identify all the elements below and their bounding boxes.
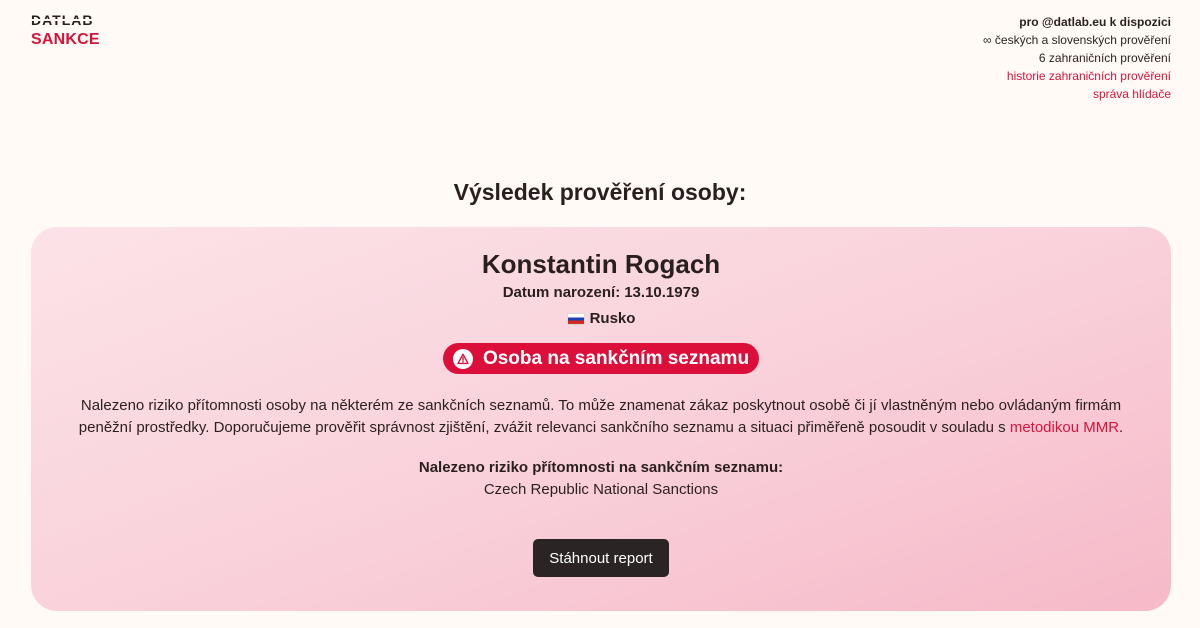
- mmr-methodology-link[interactable]: metodikou MMR: [1010, 419, 1119, 436]
- watchdog-management-link[interactable]: správa hlídače: [983, 85, 1171, 103]
- date-of-birth: Datum narození: 13.10.1979: [31, 284, 1171, 301]
- logo-sankce-text: SANKCE: [31, 31, 100, 48]
- sanction-status-badge: Osoba na sankčním seznamu: [443, 343, 759, 374]
- account-user-line: pro @datlab.eu k dispozici: [1019, 15, 1171, 29]
- sanction-list-label: Nalezeno riziko přítomnosti na sankčním …: [418, 459, 784, 476]
- sanction-list-name: Czech Republic National Sanctions: [483, 481, 719, 498]
- russia-flag-icon: [566, 312, 585, 325]
- page: DATLAB SANKCE pro @datlab.eu k dispozici…: [0, 0, 1200, 628]
- domestic-checks-line: ∞ českých a slovenských prověření: [983, 33, 1171, 47]
- result-card: Konstantin Rogach Datum narození: 13.10.1…: [31, 227, 1171, 611]
- account-info: pro @datlab.eu k dispozici ∞ českých a s…: [983, 13, 1171, 103]
- risk-description-text: Nalezeno riziko přítomnosti osoby na něk…: [78, 397, 1122, 436]
- warning-triangle-icon: [452, 348, 473, 369]
- page-title: Výsledek prověření osoby:: [453, 179, 747, 205]
- country: Rusko: [31, 310, 1171, 327]
- foreign-checks-history-link[interactable]: historie zahraničních prověření: [983, 67, 1171, 85]
- badge-label: Osoba na sankčním seznamu: [482, 347, 750, 369]
- country-name: Rusko: [589, 310, 636, 327]
- person-name: Konstantin Rogach: [481, 249, 721, 279]
- datlab-sankce-logo[interactable]: DATLAB SANKCE: [31, 12, 100, 49]
- dob-value: 13.10.1979: [624, 284, 700, 301]
- foreign-checks-line: 6 zahraničních prověření: [1038, 51, 1171, 65]
- logo-datlab-text: DATLAB: [31, 12, 100, 28]
- risk-description: Nalezeno riziko přítomnosti osoby na něk…: [71, 395, 1131, 439]
- risk-description-end: .: [1119, 419, 1124, 436]
- dob-label: Datum narození:: [502, 284, 621, 301]
- download-report-button[interactable]: Stáhnout report: [533, 539, 669, 577]
